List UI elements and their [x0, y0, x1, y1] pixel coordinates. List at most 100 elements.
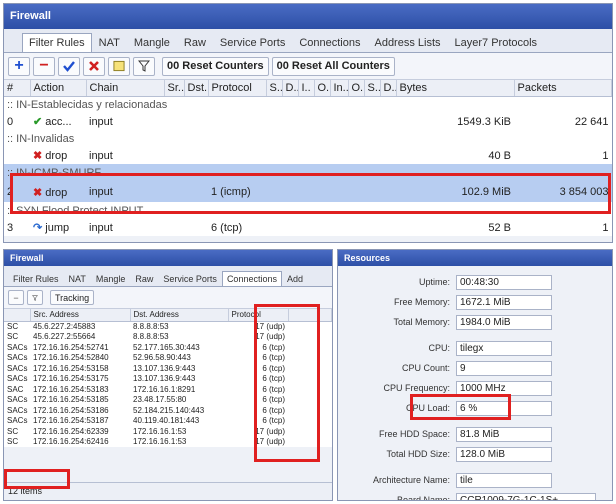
- reset-counters-button[interactable]: 00 Reset Counters: [162, 56, 269, 76]
- tab-layer7-protocols[interactable]: Layer7 Protocols: [448, 33, 545, 52]
- resource-value[interactable]: 9: [456, 360, 552, 376]
- rule-comment: :: IN-Establecidas y relacionadas: [7, 98, 168, 111]
- tab-filter-rules[interactable]: Filter Rules: [8, 271, 64, 286]
- tab-nat[interactable]: NAT: [64, 271, 91, 286]
- connection-row[interactable]: SACs 172.16.16.254:53186 52.184.215.140:44…: [4, 405, 332, 416]
- filter-button[interactable]: [27, 290, 43, 305]
- disable-button[interactable]: [83, 56, 105, 76]
- connection-dst: 52.184.215.140:443: [133, 405, 205, 415]
- connection-row[interactable]: SAC 172.16.16.254:53183 172.16.16.1:8291 6 …: [4, 384, 332, 395]
- col-dst-address[interactable]: Dst..: [184, 80, 209, 97]
- col-out-interface[interactable]: O..: [314, 80, 331, 97]
- col-protocol[interactable]: Protocol: [208, 80, 267, 97]
- col-src-list[interactable]: S..: [364, 80, 381, 97]
- tab-service-ports[interactable]: Service Ports: [213, 33, 292, 52]
- tab-address-lists[interactable]: Address Lists: [367, 33, 447, 52]
- col-chain[interactable]: Chain: [86, 80, 165, 97]
- col-in-interface[interactable]: I..: [298, 80, 315, 97]
- col-flags[interactable]: [4, 309, 31, 322]
- reset-all-counters-button[interactable]: 00 Reset All Counters: [271, 56, 395, 76]
- remove-button[interactable]: −: [8, 290, 24, 305]
- rule-comment: :: IN-ICMP-SMURF: [4, 164, 612, 182]
- rule-packets: 22 641: [574, 115, 609, 128]
- resource-value[interactable]: 128.0 MiB: [456, 446, 552, 462]
- col-packets[interactable]: Packets: [514, 80, 612, 97]
- resource-value[interactable]: 1000 MHz: [456, 380, 552, 396]
- col-src-port[interactable]: S..: [266, 80, 283, 97]
- col-dst-port[interactable]: D..: [282, 80, 299, 97]
- resource-row: Free Memory: 1672.1 MiB: [338, 292, 612, 312]
- rule-chain: input: [89, 149, 113, 162]
- resource-value[interactable]: 6 %: [456, 400, 552, 416]
- resource-value[interactable]: 1984.0 MiB: [456, 314, 552, 330]
- connection-src: 172.16.16.254:52840: [33, 353, 109, 363]
- tab-connections[interactable]: Connections: [292, 33, 367, 52]
- resource-value[interactable]: 81.8 MiB: [456, 426, 552, 442]
- col-dst-list[interactable]: D..: [380, 80, 397, 97]
- comment-button[interactable]: [108, 56, 130, 76]
- rule-row-selected[interactable]: 2 ✖ drop input 1 (icmp) 102.9 MiB 3 854 …: [4, 182, 612, 202]
- resource-row: Architecture Name: tile: [338, 470, 612, 490]
- col-bytes[interactable]: Bytes: [396, 80, 515, 97]
- tab-raw[interactable]: Raw: [177, 33, 213, 52]
- connection-src: 172.16.16.254:62339: [33, 426, 109, 436]
- connection-row[interactable]: SACs 172.16.16.254:52840 52.96.58.90:443 6 …: [4, 353, 332, 364]
- tab-raw[interactable]: Raw: [130, 271, 158, 286]
- resource-value[interactable]: CCR1009-7G-1C-1S+: [456, 492, 596, 500]
- connection-row[interactable]: SACs 172.16.16.254:53175 13.107.136.9:443 6…: [4, 374, 332, 385]
- col-protocol[interactable]: Protocol: [228, 309, 289, 322]
- connection-row[interactable]: SACs 172.16.16.254:53187 40.119.40.181:443…: [4, 416, 332, 427]
- resources-titlebar[interactable]: Resources: [338, 250, 612, 266]
- rule-bytes: 40 B: [488, 149, 511, 162]
- connection-src: 172.16.16.254:53185: [33, 395, 109, 405]
- resource-value[interactable]: tilegx: [456, 340, 552, 356]
- tab-nat[interactable]: NAT: [92, 33, 127, 52]
- tab-address-lists[interactable]: Add: [282, 271, 308, 286]
- tab-service-ports[interactable]: Service Ports: [158, 271, 222, 286]
- connection-src: 172.16.16.254:53183: [33, 384, 109, 394]
- resource-value[interactable]: tile: [456, 472, 552, 488]
- connection-protocol: 6 (tcp): [262, 405, 285, 415]
- rule-protocol: 1 (icmp): [208, 182, 266, 202]
- connection-row[interactable]: SC 172.16.16.254:62416 172.16.16.1:53 17 (u…: [4, 437, 332, 448]
- rule-comment-row[interactable]: :: SYN Flood Protect INPUT: [4, 202, 612, 219]
- rule-chain: input: [89, 115, 113, 128]
- connection-row[interactable]: SC 172.16.16.254:62339 172.16.16.1:53 17 (u…: [4, 426, 332, 437]
- connections-titlebar[interactable]: Firewall: [4, 250, 332, 266]
- rule-row[interactable]: ✖ drop input 40 B 1: [4, 147, 612, 164]
- connection-row[interactable]: SACs 172.16.16.254:53185 23.48.17.55:80 6 (…: [4, 395, 332, 406]
- enable-button[interactable]: [58, 56, 80, 76]
- tab-mangle[interactable]: Mangle: [127, 33, 177, 52]
- connection-row[interactable]: SC 45.6.227.2:55664 8.8.8.8:53 17 (udp): [4, 332, 332, 343]
- connection-row[interactable]: SC 45.6.227.2:45883 8.8.8.8:53 17 (udp): [4, 321, 332, 332]
- col-src-address[interactable]: Sr..: [164, 80, 185, 97]
- rule-row[interactable]: 3 ↷ jump input 6 (tcp) 52 B 1: [4, 219, 612, 236]
- col-action[interactable]: Action: [30, 80, 87, 97]
- remove-button[interactable]: −: [33, 56, 55, 76]
- firewall-title: Firewall: [10, 10, 51, 22]
- col-out-list[interactable]: O..: [348, 80, 365, 97]
- resource-value[interactable]: 1672.1 MiB: [456, 294, 552, 310]
- resource-value[interactable]: 00:48:30: [456, 274, 552, 290]
- filter-button[interactable]: [133, 56, 155, 76]
- rule-comment-row-selected[interactable]: :: IN-ICMP-SMURF: [4, 164, 612, 182]
- add-button[interactable]: +: [8, 56, 30, 76]
- col-number[interactable]: #: [4, 80, 31, 97]
- connection-row[interactable]: SACs 172.16.16.254:53158 13.107.136.9:443 6…: [4, 363, 332, 374]
- col-dst-address[interactable]: Dst. Address: [130, 309, 229, 322]
- rule-comment-row[interactable]: :: IN-Invalidas: [4, 130, 612, 147]
- rule-comment-row[interactable]: :: IN-Establecidas y relacionadas: [4, 96, 612, 113]
- col-in-list[interactable]: In..: [330, 80, 349, 97]
- tab-filter-rules[interactable]: Filter Rules: [22, 33, 92, 52]
- connection-flags: SACs: [7, 374, 28, 384]
- connection-src: 172.16.16.254:62416: [33, 437, 109, 447]
- resource-label: Free Memory:: [393, 297, 450, 307]
- firewall-titlebar[interactable]: Firewall: [4, 4, 612, 29]
- tab-mangle[interactable]: Mangle: [91, 271, 131, 286]
- tab-connections[interactable]: Connections: [221, 271, 282, 286]
- col-src-address[interactable]: Src. Address: [30, 309, 131, 322]
- connection-row[interactable]: SACs 172.16.16.254:52741 52.177.165.30:443…: [4, 342, 332, 353]
- rule-row[interactable]: 0 ✔ acc... input 1549.3 KiB 22 641: [4, 113, 612, 130]
- tracking-button[interactable]: Tracking: [50, 290, 95, 305]
- jump-icon: ↷: [33, 222, 43, 234]
